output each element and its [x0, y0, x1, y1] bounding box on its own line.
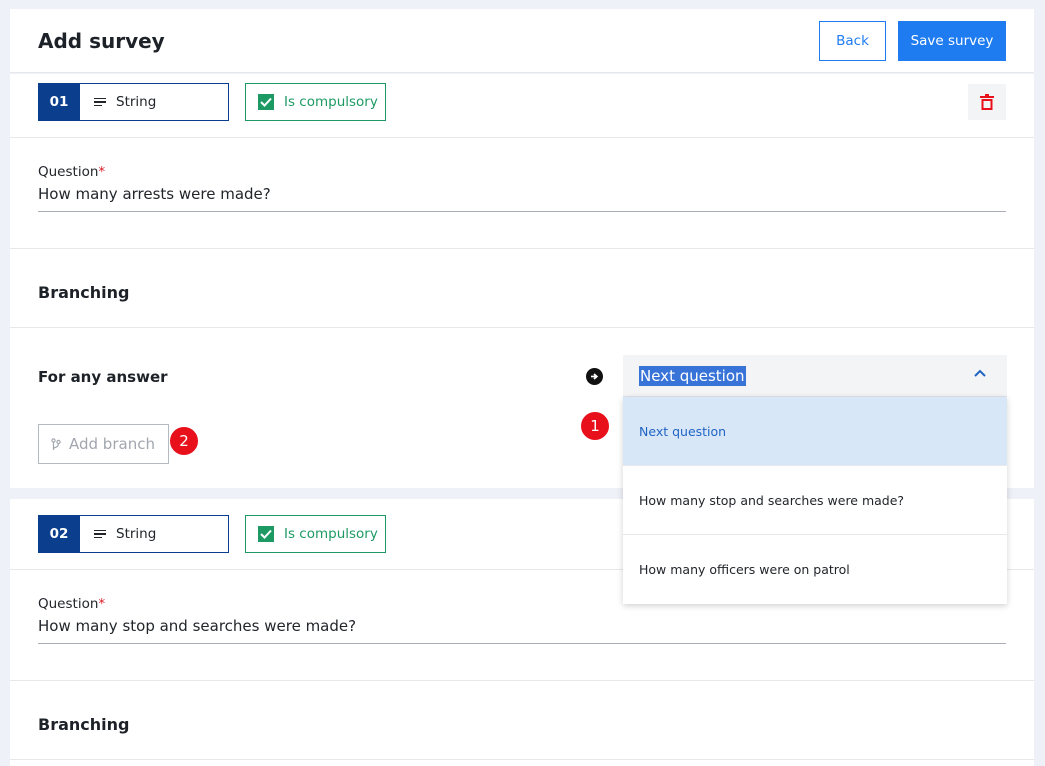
delete-question-button[interactable]: [968, 84, 1006, 120]
branch-icon: [51, 437, 61, 450]
question-type-label: String: [116, 526, 157, 542]
select-options-menu: Next question How many stop and searches…: [623, 397, 1007, 604]
checkbox-checked-icon: [258, 94, 274, 110]
branching-title: Branching: [38, 715, 130, 734]
lines-icon: [94, 97, 106, 107]
trash-icon: [980, 93, 994, 110]
question-type-label: String: [116, 94, 157, 110]
question-type-select[interactable]: String: [79, 83, 229, 121]
question-type-select[interactable]: String: [79, 515, 229, 553]
question-input[interactable]: How many arrests were made?: [38, 185, 1006, 212]
compulsory-label: Is compulsory: [284, 94, 378, 110]
add-branch-label: Add branch: [69, 435, 155, 453]
question-field: Question* How many arrests were made?: [10, 138, 1034, 249]
select-value: Next question: [639, 365, 746, 386]
question-input[interactable]: How many stop and searches were made?: [38, 617, 1006, 644]
compulsory-toggle[interactable]: Is compulsory: [245, 515, 386, 553]
save-survey-button[interactable]: Save survey: [898, 21, 1006, 61]
next-step-select[interactable]: Next question: [623, 355, 1007, 397]
branching-title: Branching: [38, 283, 130, 302]
question-toolbar: 01 String Is compulsory: [10, 74, 1034, 138]
add-branch-button[interactable]: Add branch: [38, 424, 169, 464]
question-number: 02: [38, 515, 80, 553]
question-label: Question*: [38, 596, 106, 612]
select-option[interactable]: How many stop and searches were made?: [623, 466, 1007, 535]
question-number: 01: [38, 83, 80, 121]
compulsory-toggle[interactable]: Is compulsory: [245, 83, 386, 121]
select-option[interactable]: How many officers were on patrol: [623, 535, 1007, 604]
branching-header: Branching: [10, 681, 1034, 760]
chevron-up-icon: [974, 369, 986, 377]
branching-header: Branching: [10, 249, 1034, 328]
checkbox-checked-icon: [258, 526, 274, 542]
question-label: Question*: [38, 164, 106, 180]
annotation-badge: 1: [580, 411, 610, 441]
select-option[interactable]: Next question: [623, 397, 1007, 466]
for-any-answer-label: For any answer: [38, 368, 168, 386]
arrow-right-circle-icon: [586, 368, 603, 385]
header-bar: Add survey Back Save survey: [10, 9, 1034, 73]
lines-icon: [94, 529, 106, 539]
page-title: Add survey: [38, 29, 165, 53]
compulsory-label: Is compulsory: [284, 526, 378, 542]
annotation-badge: 2: [169, 426, 199, 456]
back-button[interactable]: Back: [819, 21, 886, 61]
